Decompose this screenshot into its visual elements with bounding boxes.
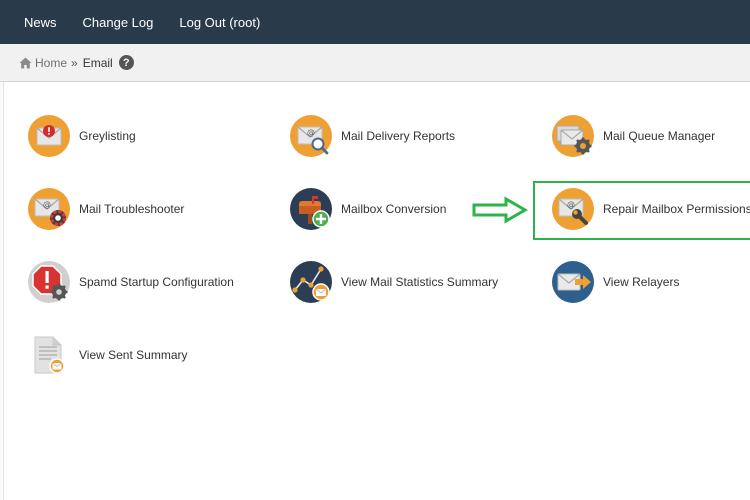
stop-gear-icon xyxy=(27,260,71,304)
statistics-icon xyxy=(289,260,333,304)
breadcrumb-separator: » xyxy=(71,55,78,70)
nav-changelog-link[interactable]: Change Log xyxy=(83,15,154,30)
mailbox-add-icon xyxy=(289,187,333,231)
view-mail-statistics-summary-label: View Mail Statistics Summary xyxy=(341,275,499,289)
mailbox-conversion-item[interactable]: Mailbox Conversion xyxy=(289,187,446,231)
breadcrumb-home-label: Home xyxy=(35,55,68,70)
envelope-search-icon: @ xyxy=(289,114,333,158)
sent-document-icon xyxy=(27,333,71,377)
mail-queue-icon xyxy=(551,114,595,158)
mail-troubleshooter-item[interactable]: @ Mail Troubleshooter xyxy=(27,187,184,231)
left-edge-divider xyxy=(0,82,4,500)
nav-logout-link[interactable]: Log Out (root) xyxy=(179,15,260,30)
mail-delivery-reports-item[interactable]: @ Mail Delivery Reports xyxy=(289,114,455,158)
mailbox-conversion-label: Mailbox Conversion xyxy=(341,202,447,216)
view-sent-summary-item[interactable]: View Sent Summary xyxy=(27,333,188,377)
help-icon[interactable]: ? xyxy=(118,55,134,70)
nav-news-link[interactable]: News xyxy=(24,15,57,30)
breadcrumb: Home » Email ? xyxy=(0,44,750,82)
view-mail-statistics-summary-item[interactable]: View Mail Statistics Summary xyxy=(289,260,498,304)
green-arrow-annotation xyxy=(472,196,528,224)
spamd-startup-configuration-item[interactable]: Spamd Startup Configuration xyxy=(27,260,234,304)
spamd-startup-configuration-label: Spamd Startup Configuration xyxy=(79,275,234,289)
home-icon xyxy=(19,57,32,68)
view-relayers-label: View Relayers xyxy=(603,275,680,289)
envelope-alert-icon xyxy=(27,114,71,158)
svg-text:@: @ xyxy=(43,200,51,209)
mail-queue-manager-label: Mail Queue Manager xyxy=(603,129,716,143)
wrench-icon: @ xyxy=(551,187,595,231)
breadcrumb-current: Email xyxy=(82,55,113,70)
repair-mailbox-permissions-item[interactable]: @ Repair Mailbox Permissions xyxy=(551,187,750,231)
breadcrumb-home[interactable]: Home xyxy=(19,56,67,70)
relayer-arrow-icon xyxy=(551,260,595,304)
repair-mailbox-permissions-label: Repair Mailbox Permissions xyxy=(603,202,750,216)
greylisting-label: Greylisting xyxy=(79,129,136,143)
mail-queue-manager-item[interactable]: Mail Queue Manager xyxy=(551,114,715,158)
top-navigation-bar: News Change Log Log Out (root) xyxy=(0,0,750,44)
view-sent-summary-label: View Sent Summary xyxy=(79,348,188,362)
mail-troubleshooter-label: Mail Troubleshooter xyxy=(79,202,185,216)
view-relayers-item[interactable]: View Relayers xyxy=(551,260,679,304)
mail-delivery-reports-label: Mail Delivery Reports xyxy=(341,129,456,143)
greylisting-item[interactable]: Greylisting xyxy=(27,114,136,158)
svg-text:@: @ xyxy=(567,200,575,209)
lifebuoy-icon: @ xyxy=(27,187,71,231)
svg-text:@: @ xyxy=(307,128,315,137)
